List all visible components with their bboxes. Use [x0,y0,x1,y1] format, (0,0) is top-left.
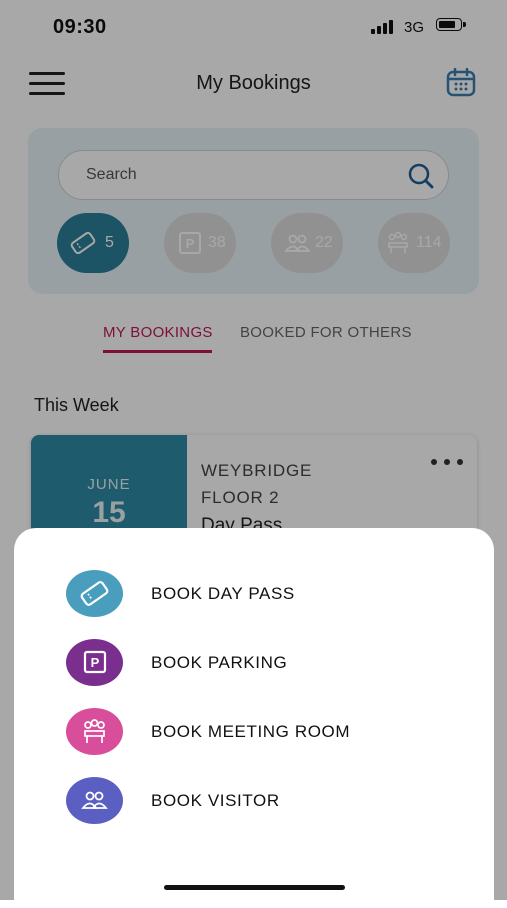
ticket-icon [80,580,109,607]
home-indicator[interactable] [164,885,345,890]
meeting-room-icon [80,718,109,745]
visitors-icon [80,787,109,814]
action-icon-bg [66,708,123,755]
book-visitor-button[interactable]: BOOK VISITOR [66,777,446,825]
action-label: BOOK DAY PASS [151,584,295,603]
action-label: BOOK VISITOR [151,791,280,810]
book-meeting-room-button[interactable]: BOOK MEETING ROOM [66,708,446,756]
parking-icon: P [80,649,109,676]
svg-text:P: P [91,655,100,670]
action-icon-bg [66,570,123,617]
action-label: BOOK PARKING [151,653,288,672]
action-icon-bg: P [66,639,123,686]
book-day-pass-button[interactable]: BOOK DAY PASS [66,570,446,618]
action-label: BOOK MEETING ROOM [151,722,351,741]
book-parking-button[interactable]: P BOOK PARKING [66,639,446,687]
action-icon-bg [66,777,123,824]
